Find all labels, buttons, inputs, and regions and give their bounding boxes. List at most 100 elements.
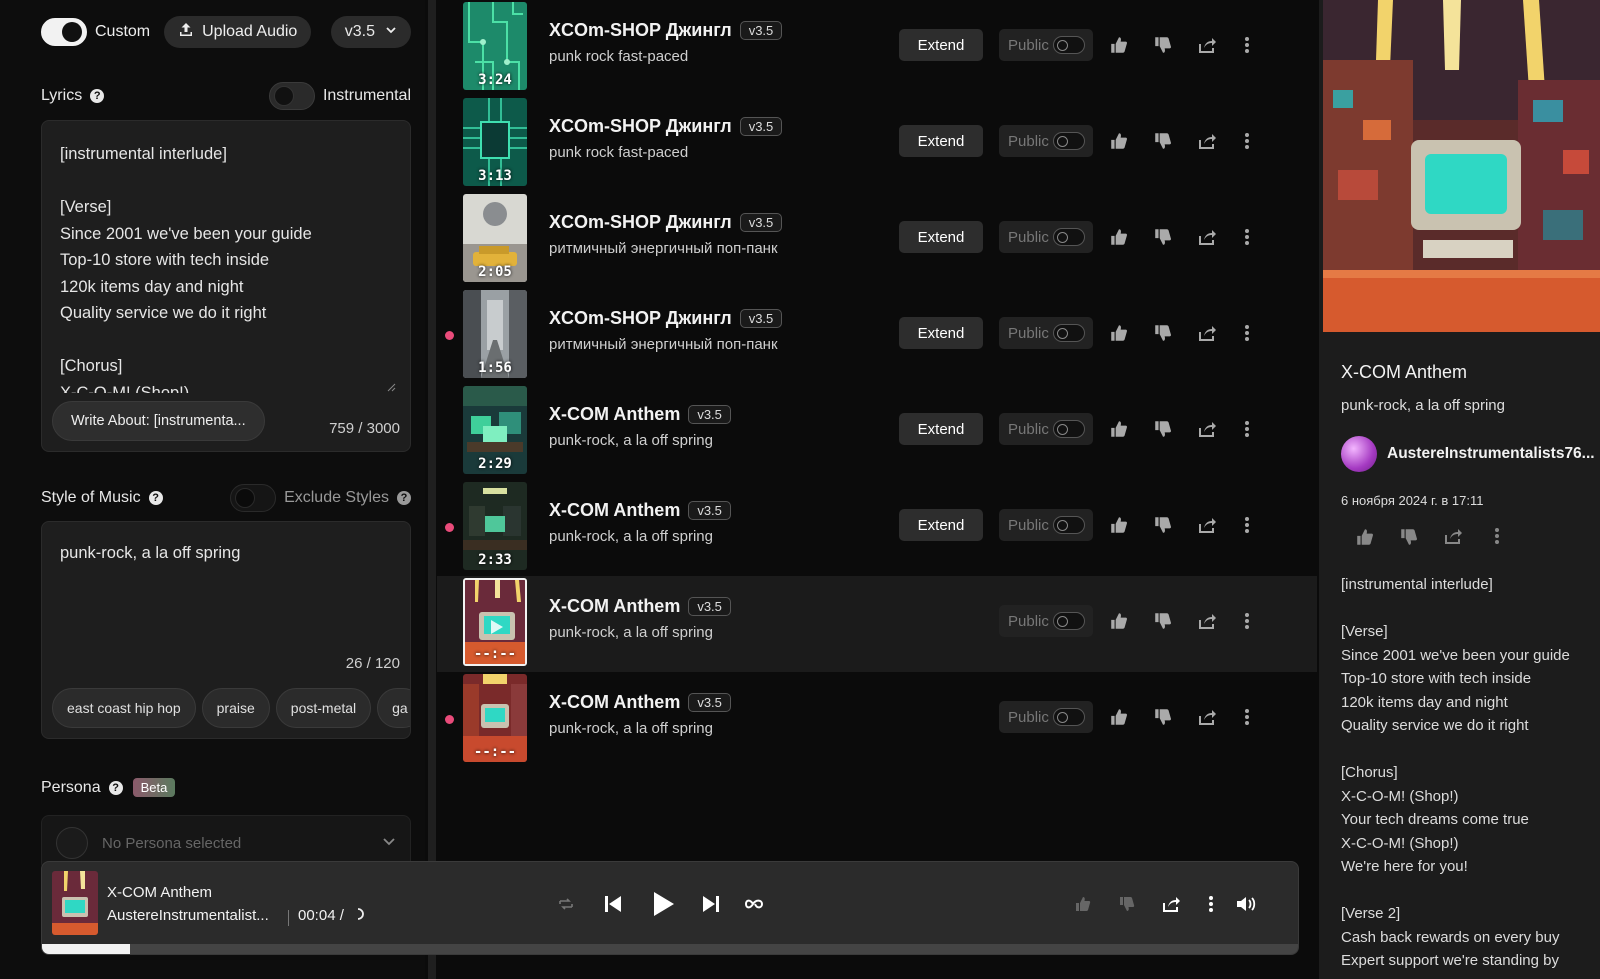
share-icon[interactable] [1195, 321, 1219, 345]
thumbs-down-icon[interactable] [1151, 705, 1175, 729]
public-switch[interactable] [1053, 132, 1085, 150]
thumbs-up-icon[interactable] [1107, 225, 1131, 249]
song-thumbnail[interactable]: 1:56 [463, 290, 527, 378]
song-row[interactable]: 2:05 XCOm-SHOP Джингл v3.5 ритмичный энерги… [437, 192, 1317, 288]
style-chip[interactable]: post-metal [275, 688, 372, 728]
thumbs-down-icon[interactable] [1151, 609, 1175, 633]
style-chip[interactable]: east coast hip hop [52, 688, 196, 728]
play-icon[interactable] [646, 887, 680, 921]
public-switch[interactable] [1053, 228, 1085, 246]
help-icon[interactable]: ? [148, 491, 163, 505]
public-switch[interactable] [1053, 612, 1085, 630]
repeat-icon[interactable] [742, 892, 766, 916]
song-thumbnail[interactable]: 3:13 [463, 98, 527, 186]
public-toggle[interactable]: Public [999, 413, 1093, 445]
detail-username[interactable]: AustereInstrumentalists76... [1387, 445, 1595, 463]
share-icon[interactable] [1195, 225, 1219, 249]
thumbs-down-icon[interactable] [1115, 892, 1139, 916]
previous-track-icon[interactable] [599, 890, 627, 918]
more-options-icon[interactable] [1235, 609, 1259, 633]
song-thumbnail[interactable]: 2:29 [463, 386, 527, 474]
next-track-icon[interactable] [697, 890, 725, 918]
thumbs-up-icon[interactable] [1107, 417, 1131, 441]
style-chip[interactable]: praise [201, 688, 270, 728]
player-title[interactable]: X-COM Anthem [107, 884, 212, 901]
help-icon[interactable]: ? [397, 491, 411, 505]
song-title[interactable]: X-COM Anthem [549, 692, 680, 713]
song-row[interactable]: 2:33 X-COM Anthem v3.5 punk-rock, a la off … [437, 480, 1317, 576]
playback-progress[interactable] [42, 944, 1298, 954]
song-thumbnail[interactable]: --:-- [463, 674, 527, 762]
player-artist[interactable]: AustereInstrumentalist... [107, 907, 269, 924]
song-title[interactable]: X-COM Anthem [549, 596, 680, 617]
thumbs-up-icon[interactable] [1107, 609, 1131, 633]
share-icon[interactable] [1195, 417, 1219, 441]
thumbs-down-icon[interactable] [1151, 33, 1175, 57]
share-icon[interactable] [1195, 609, 1219, 633]
song-title-row[interactable]: X-COM Anthem v3.5 [549, 692, 731, 713]
song-row[interactable]: --:-- X-COM Anthem v3.5 punk-rock, a la off… [437, 672, 1317, 768]
public-toggle[interactable]: Public [999, 701, 1093, 733]
upload-audio-button[interactable]: Upload Audio [164, 16, 312, 48]
thumbs-down-icon[interactable] [1151, 129, 1175, 153]
song-thumbnail[interactable]: --:-- [463, 578, 527, 666]
thumbs-down-icon[interactable] [1151, 417, 1175, 441]
song-title-row[interactable]: XCOm-SHOP Джингл v3.5 [549, 116, 783, 137]
extend-button[interactable]: Extend [899, 29, 983, 61]
song-row[interactable]: 1:56 XCOm-SHOP Джингл v3.5 ритмичный энерги… [437, 288, 1317, 384]
more-options-icon[interactable] [1235, 33, 1259, 57]
song-row[interactable]: --:-- X-COM Anthem v3.5 punk-rock, a la off… [437, 576, 1317, 672]
public-toggle[interactable]: Public [999, 221, 1093, 253]
thumbs-up-icon[interactable] [1107, 513, 1131, 537]
public-switch[interactable] [1053, 36, 1085, 54]
thumbs-up-icon[interactable] [1107, 33, 1131, 57]
song-title[interactable]: XCOm-SHOP Джингл [549, 20, 732, 41]
public-switch[interactable] [1053, 420, 1085, 438]
share-icon[interactable] [1195, 705, 1219, 729]
help-icon[interactable]: ? [90, 89, 105, 103]
resize-handle-icon[interactable] [386, 379, 396, 397]
song-title-row[interactable]: XCOm-SHOP Джингл v3.5 [549, 20, 783, 41]
song-row[interactable]: 2:29 X-COM Anthem v3.5 punk-rock, a la off … [437, 384, 1317, 480]
song-title-row[interactable]: XCOm-SHOP Джингл v3.5 [549, 212, 783, 233]
song-title[interactable]: XCOm-SHOP Джингл [549, 212, 732, 233]
song-title[interactable]: XCOm-SHOP Джингл [549, 116, 732, 137]
thumbs-down-icon[interactable] [1151, 513, 1175, 537]
exclude-styles-toggle[interactable] [230, 484, 277, 512]
more-options-icon[interactable] [1235, 225, 1259, 249]
song-title[interactable]: XCOm-SHOP Джингл [549, 308, 732, 329]
song-title-row[interactable]: X-COM Anthem v3.5 [549, 500, 731, 521]
public-switch[interactable] [1053, 708, 1085, 726]
share-icon[interactable] [1195, 129, 1219, 153]
extend-button[interactable]: Extend [899, 413, 983, 445]
write-about-button[interactable]: Write About: [instrumenta... [52, 401, 265, 441]
thumbs-down-icon[interactable] [1397, 527, 1421, 547]
extend-button[interactable]: Extend [899, 221, 983, 253]
lyrics-textarea[interactable]: [instrumental interlude] [Verse] Since 2… [42, 121, 410, 393]
song-title-row[interactable]: XCOm-SHOP Джингл v3.5 [549, 308, 783, 329]
public-toggle[interactable]: Public [999, 29, 1093, 61]
shuffle-icon[interactable] [554, 892, 578, 916]
song-title[interactable]: X-COM Anthem [549, 404, 680, 425]
thumbs-up-icon[interactable] [1353, 527, 1377, 547]
style-chip[interactable]: ga [377, 688, 410, 728]
avatar[interactable] [1341, 436, 1377, 472]
extend-button[interactable]: Extend [899, 125, 983, 157]
more-options-icon[interactable] [1235, 513, 1259, 537]
more-options-icon[interactable] [1235, 321, 1259, 345]
song-row[interactable]: 3:24 XCOm-SHOP Джингл v3.5 punk rock fast-p… [437, 0, 1317, 96]
extend-button[interactable]: Extend [899, 509, 983, 541]
panel-divider[interactable] [428, 0, 436, 979]
share-icon[interactable] [1195, 33, 1219, 57]
model-version-select[interactable]: v3.5 [330, 16, 411, 48]
public-toggle[interactable]: Public [999, 125, 1093, 157]
song-row[interactable]: 3:13 XCOm-SHOP Джингл v3.5 punk rock fast-p… [437, 96, 1317, 192]
more-options-icon[interactable] [1235, 417, 1259, 441]
detail-user[interactable]: AustereInstrumentalists76... [1341, 436, 1595, 472]
public-toggle[interactable]: Public [999, 317, 1093, 349]
custom-toggle[interactable] [41, 18, 87, 46]
extend-button[interactable]: Extend [899, 317, 983, 349]
volume-icon[interactable] [1233, 892, 1259, 916]
public-switch[interactable] [1053, 324, 1085, 342]
public-switch[interactable] [1053, 516, 1085, 534]
